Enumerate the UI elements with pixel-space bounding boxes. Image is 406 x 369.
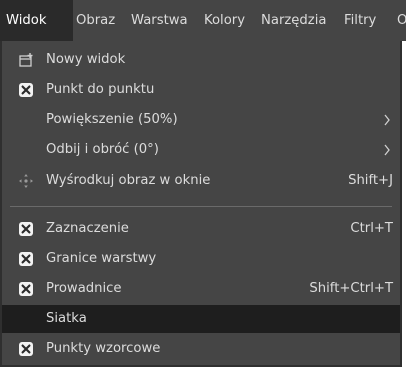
menu-item-show-selection[interactable]: Zaznaczenie Ctrl+T (2, 215, 400, 243)
menu-overflow-label: O (397, 13, 406, 28)
menubar: Widok Obraz Warstwa Kolory Narzędzia Fil… (0, 0, 406, 41)
menu-separator (10, 206, 392, 207)
menu-kolory[interactable]: Kolory (204, 0, 245, 41)
menu-item-label: Powiększenie (50%) (46, 112, 178, 127)
new-view-icon (19, 53, 33, 67)
menu-item-shortcut: Ctrl+T (350, 221, 393, 236)
menu-item-layer-boundary[interactable]: Granice warstwy (2, 245, 400, 273)
menu-item-shortcut: Shift+J (348, 173, 393, 188)
menu-item-center-image[interactable]: Wyśrodkuj obraz w oknie Shift+J (2, 167, 400, 195)
menu-widok-label: Widok (6, 13, 47, 28)
menu-filtry[interactable]: Filtry (344, 0, 376, 41)
checkbox-checked-icon[interactable] (18, 281, 34, 297)
menu-item-sample-points[interactable]: Punkty wzorcowe (2, 335, 400, 363)
menu-warstwa[interactable]: Warstwa (131, 0, 188, 41)
menu-obraz[interactable]: Obraz (76, 0, 115, 41)
menu-narzedzia-label: Narzędzia (261, 13, 327, 28)
menu-obraz-label: Obraz (76, 13, 116, 28)
menu-overflow[interactable]: O (397, 0, 406, 41)
checkbox-checked-icon[interactable] (18, 82, 34, 98)
checkbox-checked-icon[interactable] (18, 251, 34, 267)
menu-item-label: Zaznaczenie (46, 221, 129, 236)
menu-item-label: Nowy widok (46, 52, 126, 67)
menu-item-label: Punkty wzorcowe (46, 341, 161, 356)
menu-warstwa-label: Warstwa (131, 13, 188, 28)
menu-item-zoom[interactable]: Powiększenie (50%) (2, 106, 400, 134)
menu-item-shortcut: Shift+Ctrl+T (309, 281, 393, 296)
menu-item-label: Prowadnice (46, 281, 122, 296)
checkbox-checked-icon[interactable] (18, 341, 34, 357)
menu-item-grid[interactable]: Siatka (2, 305, 400, 333)
menu-kolory-label: Kolory (204, 13, 246, 28)
menu-widok[interactable]: Widok (0, 0, 73, 41)
checkbox-checked-icon[interactable] (18, 221, 34, 237)
menu-item-new-view[interactable]: Nowy widok (2, 46, 400, 74)
chevron-right-icon (384, 144, 390, 156)
menu-item-label: Siatka (46, 311, 87, 326)
app-window: Widok Obraz Warstwa Kolory Narzędzia Fil… (0, 0, 406, 369)
menu-item-label: Punkt do punktu (46, 82, 155, 97)
menu-item-flip-rotate[interactable]: Odbij i obróć (0°) (2, 136, 400, 164)
menu-item-label: Wyśrodkuj obraz w oknie (46, 173, 211, 188)
menu-item-guides[interactable]: Prowadnice Shift+Ctrl+T (2, 275, 400, 303)
view-dropdown-menu: Nowy widok Punkt do punktu Powiększenie … (0, 41, 402, 367)
menu-item-label: Odbij i obróć (0°) (46, 142, 159, 157)
center-image-icon (19, 174, 33, 188)
menu-item-dot-for-dot[interactable]: Punkt do punktu (2, 76, 400, 104)
menu-narzedzia[interactable]: Narzędzia (261, 0, 326, 41)
menu-item-label: Granice warstwy (46, 251, 157, 266)
chevron-right-icon (384, 114, 390, 126)
menu-filtry-label: Filtry (344, 13, 377, 28)
